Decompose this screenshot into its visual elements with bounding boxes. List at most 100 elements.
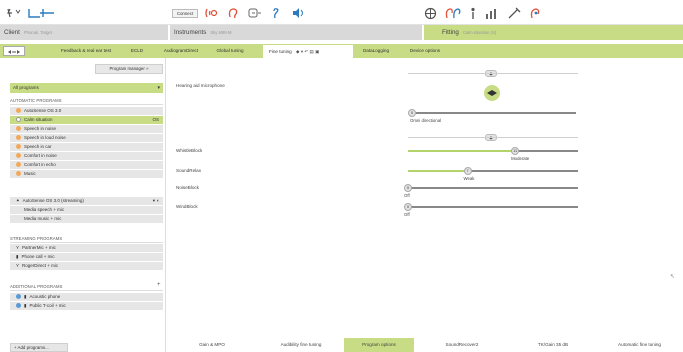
toolbar: Connect xyxy=(0,0,683,25)
program-dot-icon xyxy=(16,117,21,123)
feature-slider-knob[interactable]: 7 xyxy=(463,167,472,175)
client-section[interactable]: Client Phonak, Target xyxy=(0,25,168,40)
list-item-streaming-autosense[interactable]: ⯅ AutoSense OS 3.0 (streaming) ▾ ◖ xyxy=(10,197,163,206)
roger-icon: Y xyxy=(16,262,20,268)
target-icon[interactable] xyxy=(424,7,437,20)
list-item-media-music[interactable]: Media music + mic xyxy=(10,215,163,224)
list-item-program[interactable]: Speech in car xyxy=(10,143,163,152)
connect-button[interactable]: Connect xyxy=(172,9,198,18)
program-dot-icon xyxy=(16,144,21,150)
tab-program-options[interactable]: Program options xyxy=(344,338,414,352)
program-dot-icon xyxy=(16,294,21,300)
tab-datalogging[interactable]: DataLogging xyxy=(356,46,396,56)
program-manager-button[interactable]: Program manager » xyxy=(95,64,163,74)
feature-caption: Off xyxy=(404,212,410,217)
list-item-label: Calm situation xyxy=(24,116,53,122)
partnermic-icon: Y xyxy=(16,244,20,250)
link-button[interactable] xyxy=(3,46,25,56)
expand-icon: » xyxy=(146,66,149,71)
tab-gain-mpo[interactable]: Gain & MPO xyxy=(166,338,258,352)
separator xyxy=(408,73,578,74)
tab-global-tuning[interactable]: Global tuning xyxy=(210,46,250,56)
list-item-label: PartnerMic + mic xyxy=(22,244,56,250)
audiogram-bars-icon[interactable] xyxy=(485,7,499,20)
list-item-program[interactable]: Comfort in noise xyxy=(10,152,163,161)
feature-slider-knob[interactable]: 11 xyxy=(511,147,520,155)
feature-label: SoundRelax xyxy=(176,168,202,173)
tab-ecld[interactable]: ECLD xyxy=(125,46,149,56)
list-item-label: Media speech + mic xyxy=(24,206,65,212)
list-item-partnermic[interactable]: Y PartnerMic + mic xyxy=(10,244,163,253)
tab-automatic-fine-tuning[interactable]: Automatic fine tuning xyxy=(596,338,683,352)
section-streaming: STREAMING PROGRAMS xyxy=(10,236,63,241)
add-programs-button[interactable]: + Add programs... xyxy=(10,343,68,352)
fitting-label: Fitting xyxy=(442,29,459,36)
feature-slider-track[interactable] xyxy=(408,187,578,189)
ear-icon[interactable] xyxy=(227,7,239,19)
microphone-label: Hearing aid microphone xyxy=(176,83,225,88)
list-item-media-speech[interactable]: Media speech + mic xyxy=(10,206,163,215)
list-item-program[interactable]: Calm situation OS xyxy=(10,116,163,125)
tab-fine-tuning[interactable]: Fine tuning ◆ ▾ ↶ ▤ ▣ xyxy=(263,45,353,58)
list-item-label: Music xyxy=(24,170,36,176)
feature-slider-knob[interactable]: 0 xyxy=(404,203,412,211)
instruments-section[interactable]: Instruments Sky M90-M xyxy=(170,25,422,40)
volume-icon[interactable] xyxy=(292,7,306,19)
feature-slider-track[interactable] xyxy=(408,206,578,208)
person-icon[interactable] xyxy=(469,7,477,20)
ear-right-icon[interactable] xyxy=(271,7,283,19)
fine-tuning-tools-icon[interactable]: ◆ ▾ ↶ ▤ ▣ xyxy=(296,49,319,54)
list-item-program[interactable]: Speech in loud noise xyxy=(10,134,163,143)
dropdown-arrow-icon[interactable]: ▾ ◖ xyxy=(153,197,159,206)
tools-icon[interactable] xyxy=(507,7,521,20)
feature-label: WhistleBlock xyxy=(176,148,203,153)
list-item-program[interactable]: Music xyxy=(10,170,163,179)
list-item-program[interactable]: Comfort in echo xyxy=(10,161,163,170)
list-item-label: Phone call + mic xyxy=(21,253,55,259)
tab-soundrecover[interactable]: SoundRecover2 xyxy=(414,338,510,352)
feature-label: NoiseBlock xyxy=(176,185,199,190)
list-item-label: RogerDirect + mic xyxy=(22,262,59,268)
microphone-mode-button[interactable] xyxy=(484,85,500,101)
ear-left-icon[interactable] xyxy=(204,7,218,19)
list-item-program[interactable]: Speech in noise xyxy=(10,125,163,134)
list-item-public-tcoil[interactable]: ▮ Public T-coil + mic xyxy=(10,302,163,311)
program-dot-icon xyxy=(16,135,21,141)
fitting-section[interactable]: Fitting Calm situation (S) xyxy=(424,25,683,40)
feature-slider-knob[interactable]: 0 xyxy=(404,184,412,192)
feature-caption: Off xyxy=(404,193,410,198)
divider xyxy=(10,290,163,291)
battery-icon[interactable] xyxy=(248,7,262,19)
cursor-icon: ↖ xyxy=(670,274,676,280)
list-item-phone-call[interactable]: ▮ Phone call + mic xyxy=(10,253,163,262)
list-item-label: Public T-coil + mic xyxy=(29,302,66,308)
program-dot-icon xyxy=(16,108,21,114)
list-item-program[interactable]: AutoSense OS 3.0 xyxy=(10,107,163,116)
list-item-label: Comfort in echo xyxy=(24,161,56,167)
tab-fine-tuning-label: Fine tuning xyxy=(269,49,292,54)
omni-slider-track[interactable] xyxy=(416,112,576,114)
header-strip: Client Phonak, Target Instruments Sky M9… xyxy=(0,25,683,40)
add-program-icon[interactable]: + xyxy=(157,282,161,288)
tab-audibility[interactable]: Audibility fine tuning xyxy=(258,338,344,352)
list-item-label: Speech in loud noise xyxy=(24,134,66,140)
hearing-aid-icon[interactable] xyxy=(6,7,22,19)
tab-feedback[interactable]: Feedback & real ear test xyxy=(53,46,119,56)
phone-icon: ▮ xyxy=(24,293,27,299)
omni-knob[interactable]: 0 xyxy=(408,109,416,117)
ear-sound-icon[interactable] xyxy=(529,7,543,20)
feature-slider-fill xyxy=(408,170,468,172)
list-item-label: Speech in car xyxy=(24,143,52,149)
main-panel: ◉ Hearing aid microphone 0 Omni directio… xyxy=(166,58,683,338)
program-selector[interactable]: All programs ▾ xyxy=(10,83,163,93)
list-item-label: Acoustic phone xyxy=(29,293,61,299)
program-dot-icon xyxy=(16,303,21,309)
tab-tk-gain[interactable]: TK/Gain 35 dB xyxy=(510,338,596,352)
list-item-acoustic-phone[interactable]: ▮ Acoustic phone xyxy=(10,293,163,302)
feature-slider-fill xyxy=(408,150,516,152)
tab-device-options[interactable]: Device options xyxy=(403,46,447,56)
list-item-rogerdirect[interactable]: Y RogerDirect + mic xyxy=(10,262,163,271)
wave-icon[interactable] xyxy=(28,7,56,19)
ear-pair-icon[interactable] xyxy=(445,7,461,20)
tab-audiogramdirect[interactable]: AudiogramDirect xyxy=(158,46,204,56)
